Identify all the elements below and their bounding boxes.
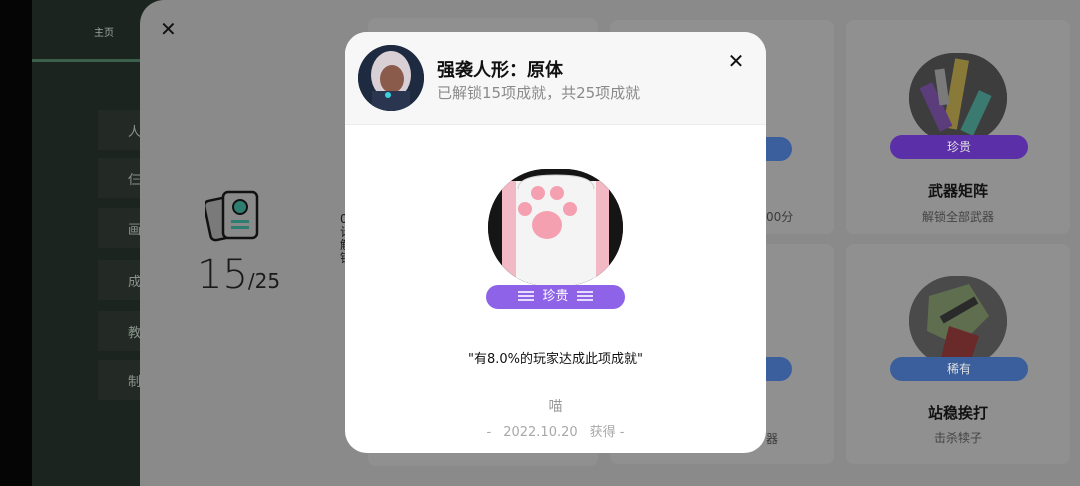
left-edge-strip bbox=[0, 0, 32, 486]
stripe-icon bbox=[576, 290, 593, 303]
card-subtitle: 解锁全部武器 bbox=[921, 210, 994, 224]
rarity-badge: 珍贵 bbox=[486, 285, 625, 309]
achievement-detail-modal: 强袭人形：原体 已解锁15项成就，共25项成就 ✕ 珍贵 "有8.0%的玩家达成… bbox=[345, 32, 766, 453]
date-suffix: 获得 - bbox=[589, 425, 625, 440]
achievement-card[interactable]: 珍贵 武器矩阵 解锁全部武器 bbox=[846, 20, 1070, 234]
modal-title: 强袭人形：原体 bbox=[437, 60, 563, 81]
unlocked-count: 15 bbox=[197, 252, 248, 298]
card-title: 武器矩阵 bbox=[927, 182, 988, 200]
stripe-icon bbox=[518, 290, 535, 303]
date-value: 2022.10.20 bbox=[503, 425, 578, 440]
total-count: /25 bbox=[247, 269, 281, 293]
unlock-rate-text: "有8.0%的玩家达成此项成就" bbox=[468, 352, 643, 367]
close-icon[interactable]: ✕ bbox=[726, 50, 746, 72]
achievement-cards-icon bbox=[205, 190, 259, 242]
rarity-badge: 稀有 bbox=[890, 357, 1028, 381]
card-title: 站稳挨打 bbox=[927, 404, 988, 422]
card-partial-text: 器 bbox=[766, 432, 779, 446]
zombie-badge-icon bbox=[909, 276, 1007, 366]
unlock-date: -2022.10.20 获得 - bbox=[345, 421, 766, 440]
character-avatar bbox=[358, 45, 424, 111]
card-points-text: 00分 bbox=[766, 210, 794, 224]
rarity-badge: 珍贵 bbox=[890, 135, 1028, 159]
modal-header: 强袭人形：原体 已解锁15项成就，共25项成就 ✕ bbox=[345, 32, 766, 125]
rarity-label: 珍贵 bbox=[542, 289, 569, 304]
date-prefix: - bbox=[486, 425, 492, 440]
weapon-badge-icon bbox=[909, 53, 1007, 143]
badge-stub bbox=[766, 357, 792, 381]
modal-subtitle: 已解锁15项成就，共25项成就 bbox=[437, 84, 641, 102]
card-subtitle: 击杀犊子 bbox=[933, 431, 982, 445]
panel-close-icon[interactable]: ✕ bbox=[160, 18, 180, 40]
cat-paw-icon bbox=[488, 169, 623, 286]
badge-stub bbox=[766, 137, 792, 161]
achievement-card[interactable]: 稀有 站稳挨打 击杀犊子 bbox=[846, 244, 1070, 464]
achievement-count: 15/25 bbox=[197, 252, 280, 298]
achievement-name: 喵 bbox=[548, 399, 563, 415]
